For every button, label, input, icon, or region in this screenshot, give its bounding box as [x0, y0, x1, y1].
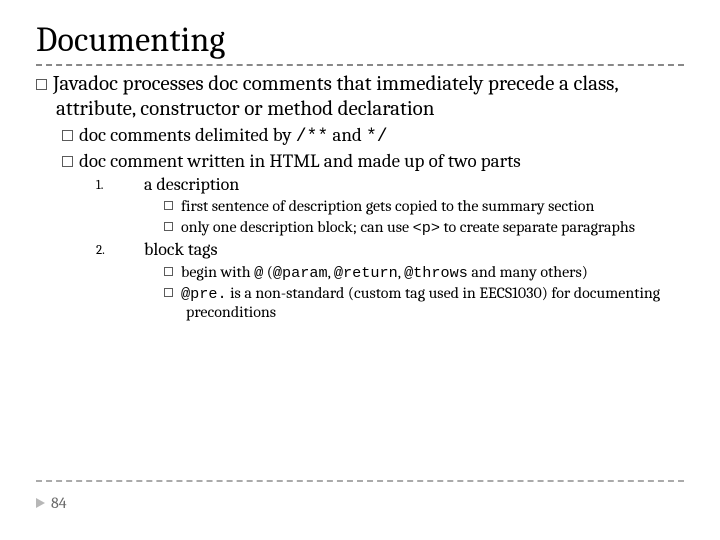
bullet-level4: first sentence of description gets copie…: [164, 197, 684, 215]
bullet-text: and: [328, 124, 366, 146]
code-text: @throws: [404, 264, 468, 282]
bullet-level1: Javadoc processes doc comments that imme…: [36, 72, 684, 122]
bullet-text: first sentence of description gets copie…: [181, 197, 594, 215]
bullet-text: is a non-standard (custom tag used in EE…: [186, 284, 660, 321]
bullet-level4: begin with @ (@param, @return, @throws a…: [164, 263, 684, 282]
code-text: */: [366, 127, 388, 147]
title-divider: [36, 64, 684, 66]
bullet-text: doc comments delimited by: [79, 124, 296, 146]
bullet-level2: doc comment written in HTML and made up …: [62, 150, 684, 172]
bullet-text: and many others): [468, 263, 588, 281]
bullet-text: doc comment written in HTML and made up …: [79, 150, 521, 172]
code-text: @return: [334, 264, 398, 282]
list-number: 1.: [118, 178, 134, 193]
bullet-text: a description: [144, 174, 239, 195]
footer: 84: [36, 494, 67, 512]
code-text: @: [254, 264, 263, 282]
square-bullet-icon: [62, 156, 73, 167]
bullet-text: to create separate paragraphs: [440, 218, 635, 236]
bullet-text: begin with: [181, 263, 254, 281]
numbered-item: 1. a description: [118, 174, 684, 195]
bullet-level4: only one description block; can use <p> …: [164, 218, 684, 237]
square-bullet-icon: [164, 222, 173, 231]
slide-title: Documenting: [36, 20, 684, 60]
slide: Documenting Javadoc processes doc commen…: [0, 0, 720, 540]
list-number: 2.: [118, 243, 134, 258]
square-bullet-icon: [36, 79, 47, 90]
bullet-level4: @pre. is a non-standard (custom tag used…: [164, 284, 684, 322]
square-bullet-icon: [62, 130, 73, 141]
square-bullet-icon: [164, 288, 173, 297]
code-text: @param: [273, 264, 328, 282]
slide-number: 84: [51, 494, 67, 512]
code-text: <p>: [413, 219, 440, 237]
bullet-text: block tags: [144, 239, 218, 260]
square-bullet-icon: [164, 267, 173, 276]
code-text: @pre.: [181, 285, 227, 303]
square-bullet-icon: [164, 201, 173, 210]
bullet-level2: doc comments delimited by /** and */: [62, 124, 684, 148]
footer-divider: [36, 480, 684, 482]
bullet-text: (: [263, 263, 273, 281]
bullet-text: only one description block; can use: [181, 218, 413, 236]
code-text: /**: [296, 127, 328, 147]
numbered-item: 2. block tags: [118, 239, 684, 260]
bullet-text: Javadoc processes doc comments that imme…: [53, 72, 618, 121]
arrow-right-icon: [36, 498, 45, 508]
